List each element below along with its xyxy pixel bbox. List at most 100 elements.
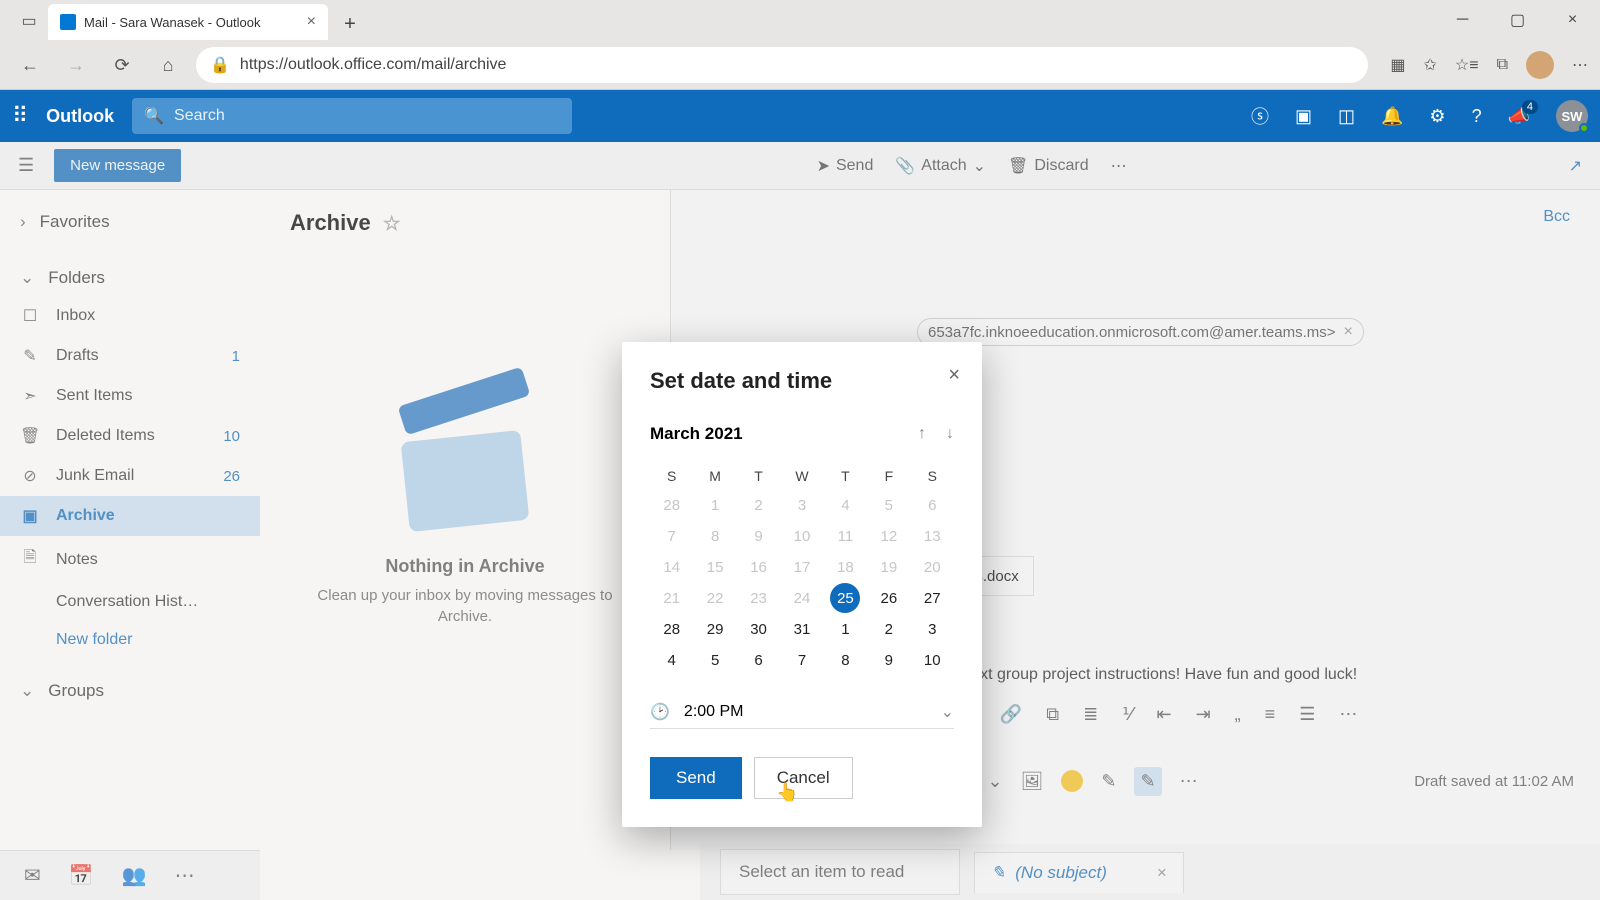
browser-profile-avatar[interactable] <box>1526 51 1554 79</box>
calendar-day: 2 <box>737 490 780 521</box>
weekday-header: F <box>867 462 910 490</box>
calendar-day[interactable]: 28 <box>650 614 693 645</box>
calendar-grid: SMTWTFS 28123456789101112131415161718192… <box>650 462 954 676</box>
calendar-day: 24 <box>780 583 823 614</box>
calendar-day: 13 <box>911 521 954 552</box>
clock-icon: 🕑 <box>650 702 670 722</box>
prev-month-icon[interactable]: ↑ <box>918 425 926 443</box>
calendar-day: 20 <box>911 552 954 583</box>
schedule-send-dialog: Set date and time × March 2021 ↑ ↓ SMTWT… <box>622 342 982 827</box>
calendar-day: 14 <box>650 552 693 583</box>
calendar-day: 10 <box>780 521 823 552</box>
lock-icon: 🔒 <box>210 55 230 75</box>
calendar-day: 1 <box>693 490 736 521</box>
calendar-day: 7 <box>650 521 693 552</box>
browser-menu-icon[interactable]: ⋯ <box>1572 55 1588 75</box>
calendar-day[interactable]: 25 <box>830 583 860 613</box>
outlook-favicon <box>60 14 76 30</box>
calendar-day[interactable]: 31 <box>780 614 823 645</box>
browser-tab[interactable]: Mail - Sara Wanasek - Outlook × <box>48 4 328 40</box>
calendar-day: 5 <box>867 490 910 521</box>
calendar-day[interactable]: 10 <box>911 645 954 676</box>
extensions-icon[interactable]: ▦ <box>1390 55 1405 75</box>
weekday-header: S <box>911 462 954 490</box>
calendar-day: 22 <box>693 583 736 614</box>
refresh-button[interactable]: ⟳ <box>104 47 140 83</box>
forward-button: → <box>58 47 94 83</box>
calendar-day[interactable]: 8 <box>824 645 867 676</box>
notif-badge: 4 <box>1522 100 1538 114</box>
calendar-day[interactable]: 9 <box>867 645 910 676</box>
weekday-header: S <box>650 462 693 490</box>
calendar-day: 28 <box>650 490 693 521</box>
new-tab-button[interactable]: + <box>334 8 366 40</box>
close-dialog-icon[interactable]: × <box>948 364 960 387</box>
settings-gear-icon[interactable]: ⚙ <box>1429 106 1445 127</box>
presence-indicator <box>1579 123 1589 133</box>
app-launcher-icon[interactable]: ⠿ <box>12 103 28 129</box>
favorites-icon[interactable]: ☆≡ <box>1455 55 1479 75</box>
calendar-day[interactable]: 4 <box>650 645 693 676</box>
calendar-day[interactable]: 3 <box>911 614 954 645</box>
calendar-day: 3 <box>780 490 823 521</box>
weekday-header: T <box>737 462 780 490</box>
calendar-day[interactable]: 1 <box>824 614 867 645</box>
schedule-send-button[interactable]: Send <box>650 757 742 799</box>
calendar-day: 18 <box>824 552 867 583</box>
calendar-day: 4 <box>824 490 867 521</box>
calendar-day[interactable]: 26 <box>867 583 910 614</box>
cancel-button[interactable]: Cancel <box>754 757 853 799</box>
home-button[interactable]: ⌂ <box>150 47 186 83</box>
close-tab-icon[interactable]: × <box>307 13 316 31</box>
calendar-day[interactable]: 2 <box>867 614 910 645</box>
calendar-day: 15 <box>693 552 736 583</box>
profile-tab-icon[interactable]: ▭ <box>10 2 48 40</box>
calendar-day: 9 <box>737 521 780 552</box>
calendar-day: 12 <box>867 521 910 552</box>
calendar-day: 19 <box>867 552 910 583</box>
teams-icon[interactable]: ▣ <box>1295 106 1312 127</box>
user-avatar[interactable]: SW <box>1556 100 1588 132</box>
app-name: Outlook <box>46 106 114 127</box>
calendar-day[interactable]: 6 <box>737 645 780 676</box>
search-icon: 🔍 <box>144 106 164 126</box>
weekday-header: M <box>693 462 736 490</box>
announce-icon[interactable]: 📣4 <box>1508 106 1530 127</box>
favorites-add-icon[interactable]: ✩ <box>1423 55 1436 75</box>
calendar-day: 23 <box>737 583 780 614</box>
calendar-day: 6 <box>911 490 954 521</box>
url-text: https://outlook.office.com/mail/archive <box>240 56 507 74</box>
browser-chrome: ▭ Mail - Sara Wanasek - Outlook × + ─ ▢ … <box>0 0 1600 90</box>
tab-title: Mail - Sara Wanasek - Outlook <box>84 15 299 30</box>
collections-icon[interactable]: ⧉ <box>1497 56 1508 74</box>
calendar-day[interactable]: 5 <box>693 645 736 676</box>
time-picker[interactable]: 🕑 2:00 PM ⌄ <box>650 702 954 729</box>
help-icon[interactable]: ? <box>1472 106 1482 127</box>
calendar-day[interactable]: 29 <box>693 614 736 645</box>
close-window-button[interactable]: × <box>1545 0 1600 40</box>
calendar-day[interactable]: 7 <box>780 645 823 676</box>
time-value: 2:00 PM <box>684 703 744 721</box>
maximize-button[interactable]: ▢ <box>1490 0 1545 40</box>
next-month-icon[interactable]: ↓ <box>946 425 954 443</box>
meet-now-icon[interactable]: ◫ <box>1338 106 1355 127</box>
search-box[interactable]: 🔍 Search <box>132 98 572 134</box>
calendar-day: 11 <box>824 521 867 552</box>
calendar-day: 16 <box>737 552 780 583</box>
calendar-day[interactable]: 30 <box>737 614 780 645</box>
calendar-day: 17 <box>780 552 823 583</box>
calendar-day: 21 <box>650 583 693 614</box>
notifications-icon[interactable]: 🔔 <box>1381 106 1403 127</box>
calendar-day: 8 <box>693 521 736 552</box>
chevron-down-icon: ⌄ <box>941 702 954 722</box>
search-placeholder: Search <box>174 107 225 125</box>
minimize-button[interactable]: ─ <box>1435 0 1490 40</box>
month-label: March 2021 <box>650 424 743 444</box>
skype-icon[interactable]: ⓢ <box>1251 103 1269 129</box>
back-button[interactable]: ← <box>12 47 48 83</box>
calendar-day[interactable]: 27 <box>911 583 954 614</box>
dialog-title: Set date and time <box>650 368 954 394</box>
outlook-header: ⠿ Outlook 🔍 Search ⓢ ▣ ◫ 🔔 ⚙ ? 📣4 SW <box>0 90 1600 142</box>
weekday-header: W <box>780 462 823 490</box>
address-bar[interactable]: 🔒 https://outlook.office.com/mail/archiv… <box>196 47 1368 83</box>
